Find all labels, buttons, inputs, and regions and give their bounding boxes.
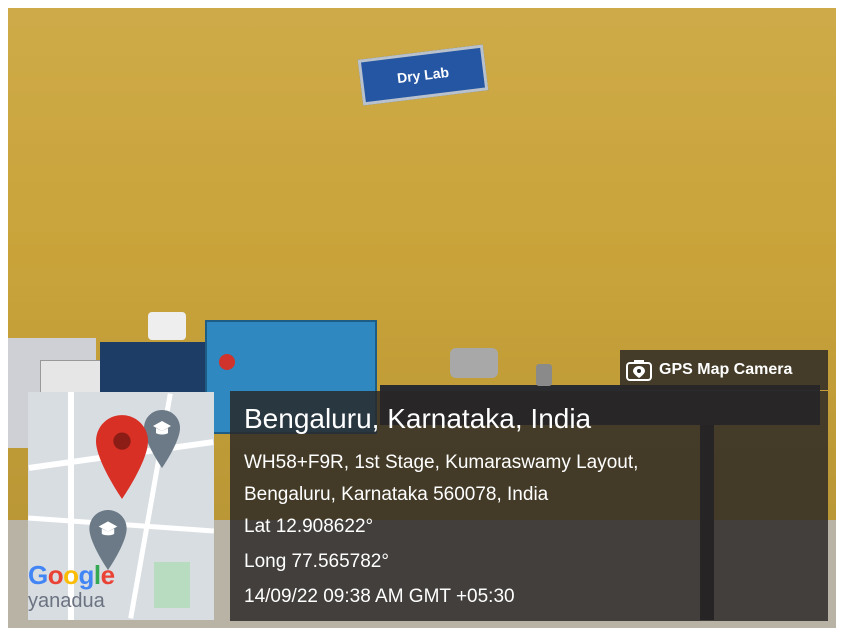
address-line-1: WH58+F9R, 1st Stage, Kumaraswamy Layout, bbox=[244, 452, 639, 473]
gps-map-camera-tag: GPS Map Camera bbox=[620, 350, 828, 390]
google-logo: Google bbox=[28, 560, 115, 590]
longitude: Long 77.565782° bbox=[244, 551, 389, 572]
latitude: Lat 12.908622° bbox=[244, 516, 374, 537]
school-pin-icon bbox=[144, 410, 180, 468]
location-title: Bengaluru, Karnataka, India bbox=[244, 403, 592, 434]
map-park bbox=[154, 562, 190, 608]
metal-rod bbox=[536, 364, 552, 386]
datetime-stamp: 14/09/22 09:38 AM GMT +05:30 bbox=[244, 586, 515, 607]
small-device bbox=[148, 312, 186, 340]
gps-map-camera-label: GPS Map Camera bbox=[659, 361, 793, 378]
address-line-2: Bengaluru, Karnataka 560078, India bbox=[244, 484, 549, 505]
metal-cylinder bbox=[450, 348, 498, 378]
map-place-text: yanadua bbox=[28, 590, 105, 612]
gps-camera-icon bbox=[626, 360, 652, 381]
red-button bbox=[219, 354, 235, 370]
location-pin-icon bbox=[96, 415, 148, 499]
map-thumbnail: Google yanadua bbox=[28, 392, 214, 620]
